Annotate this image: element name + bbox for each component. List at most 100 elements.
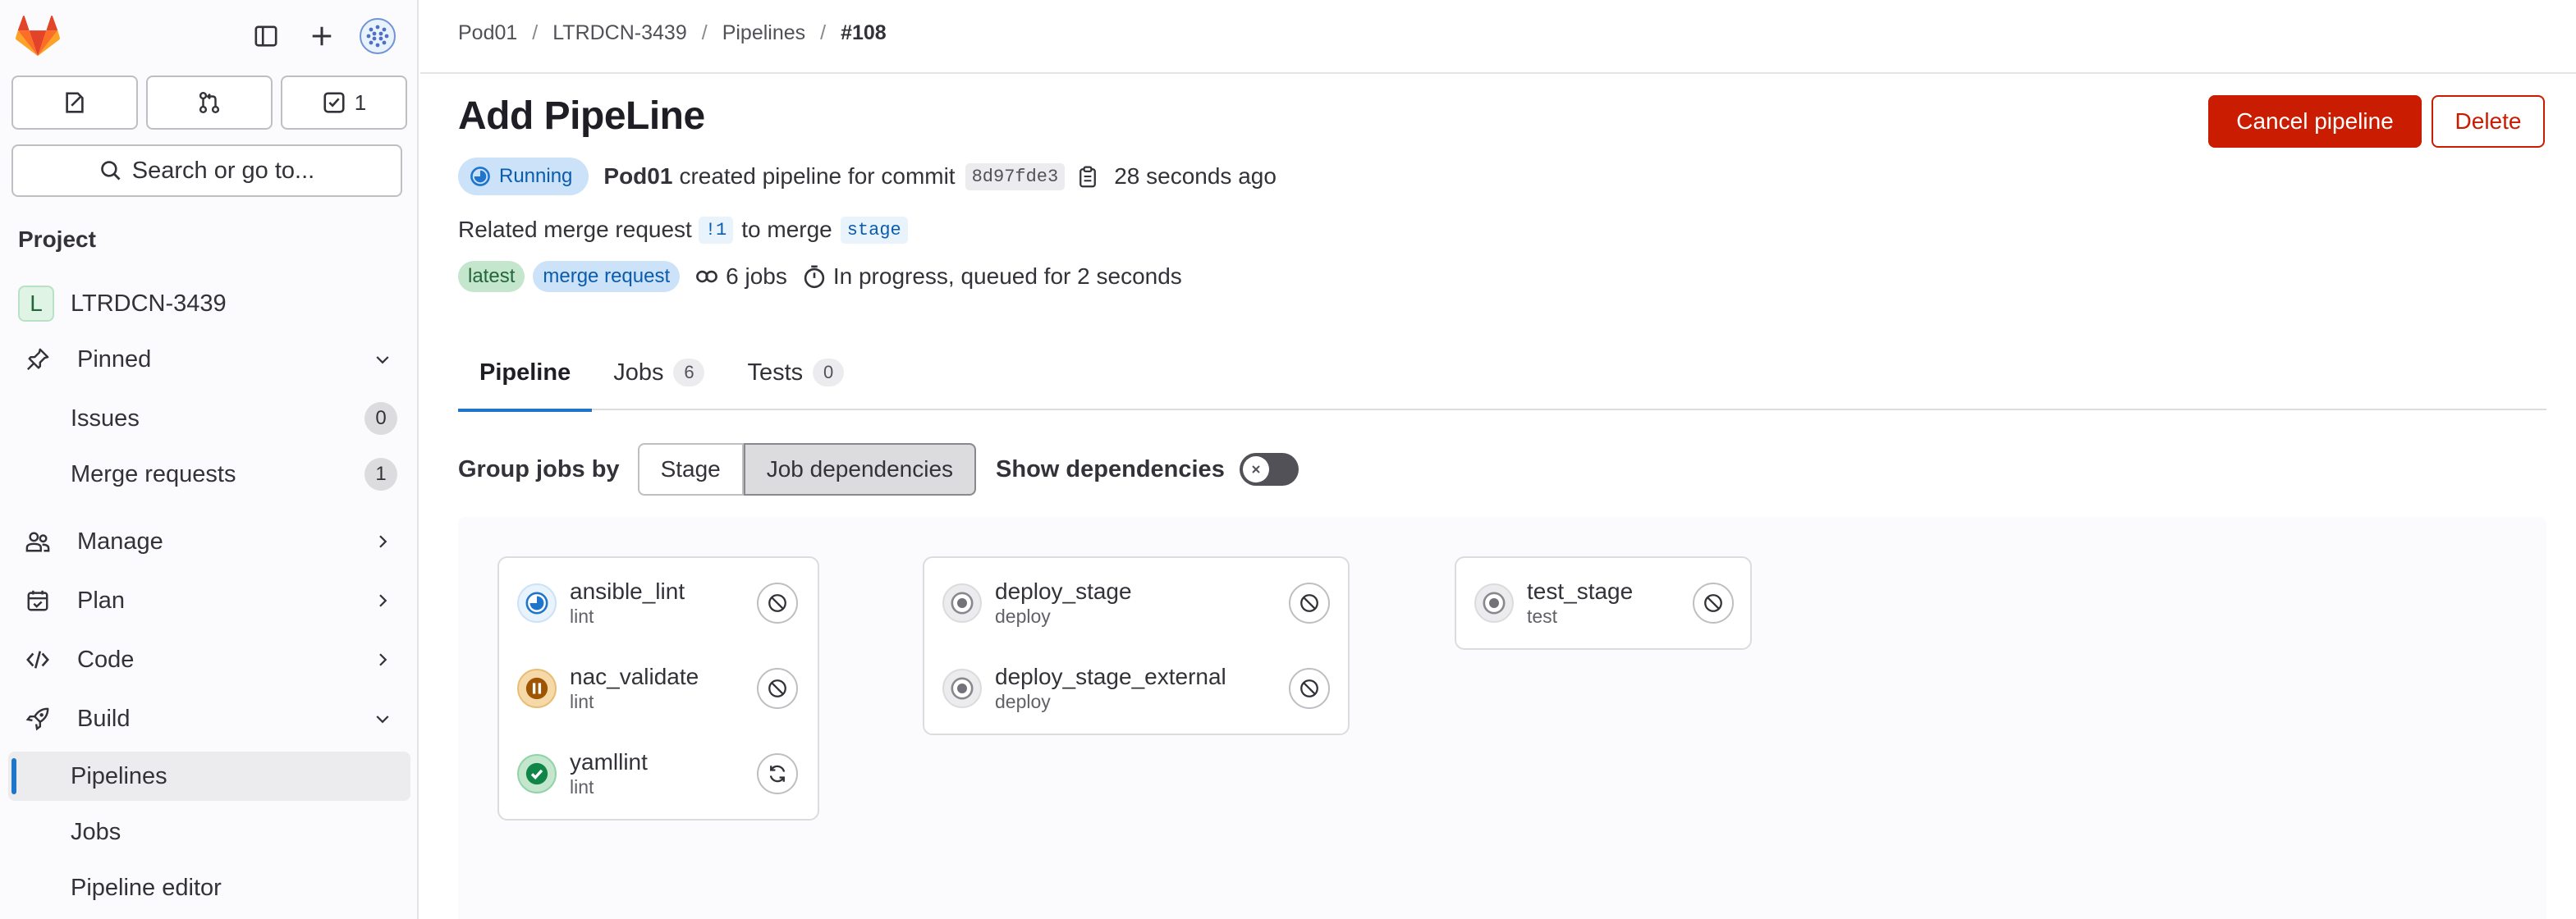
author-link[interactable]: Pod01 — [603, 163, 672, 190]
project-name: LTRDCN-3439 — [71, 290, 227, 317]
main-content: Pod01 / LTRDCN-3439 / Pipelines / #108 A… — [420, 0, 2576, 919]
cancel-job-button[interactable] — [757, 583, 798, 624]
group-by-stage-button[interactable]: Stage — [637, 443, 744, 496]
cancel-icon — [768, 594, 786, 612]
stage-column: deploy_stage deploy deploy_stage_externa… — [923, 556, 1350, 735]
job-stage: deploy — [995, 691, 1051, 712]
created-status-icon — [942, 583, 982, 623]
manual-status-icon — [517, 669, 557, 708]
user-avatar[interactable] — [358, 16, 397, 56]
stage-column: test_stage test — [1455, 556, 1752, 650]
merge-requests-button[interactable] — [146, 75, 273, 130]
branch-link[interactable]: stage — [840, 216, 908, 244]
top-bar: Pod01 / LTRDCN-3439 / Pipelines / #108 — [420, 0, 2576, 74]
pipeline-graph: ansible_lint lint nac_validate lint yaml… — [458, 517, 2546, 919]
pipeline-badges-row: latest merge request 6 jobs In progress,… — [458, 259, 1182, 294]
sidebar-item-label: Jobs — [71, 818, 121, 845]
job-item[interactable]: ansible_lint lint — [517, 568, 685, 638]
job-item[interactable]: deploy_stage deploy — [942, 568, 1132, 638]
progress-text: In progress, queued for 2 seconds — [832, 263, 1182, 289]
tab-tests[interactable]: Tests 0 — [726, 335, 865, 410]
show-dependencies-toggle[interactable] — [1239, 453, 1299, 486]
sidebar-item-label: Pinned — [77, 345, 152, 373]
sidebar-item-pipelines[interactable]: Pipelines — [8, 752, 410, 801]
breadcrumb-section[interactable]: Pipelines — [722, 21, 805, 45]
sidebar-item-merge-requests[interactable]: Merge requests 1 — [8, 450, 410, 499]
job-item[interactable]: nac_validate lint — [517, 653, 699, 724]
breadcrumb-project[interactable]: LTRDCN-3439 — [552, 21, 686, 45]
search-label: Search or go to... — [131, 157, 315, 184]
sidebar-item-label: Pipelines — [71, 762, 167, 789]
cancel-job-button[interactable] — [1693, 583, 1734, 624]
cancel-job-button[interactable] — [757, 668, 798, 709]
cancel-icon — [1704, 594, 1722, 612]
cancel-icon — [1300, 679, 1318, 697]
status-badge[interactable]: Running — [458, 158, 589, 195]
todo-list-button[interactable]: 1 — [281, 75, 407, 130]
sidebar-item-label: Issues — [71, 405, 140, 432]
sidebar-item-code[interactable]: Code — [8, 635, 410, 684]
job-name: deploy_stage — [995, 578, 1132, 604]
sidebar-item-issues[interactable]: Issues 0 — [8, 394, 410, 443]
retry-job-button[interactable] — [757, 753, 798, 794]
cancel-pipeline-button[interactable]: Cancel pipeline — [2208, 95, 2422, 148]
toggle-off-icon — [1242, 456, 1269, 482]
sidebar-item-manage[interactable]: Manage — [8, 517, 410, 566]
group-by-dependencies-button[interactable]: Job dependencies — [743, 443, 977, 496]
cancel-icon — [768, 679, 786, 697]
sidebar-item-pinned[interactable]: Pinned — [8, 335, 410, 384]
tab-label: Pipeline — [479, 359, 571, 386]
success-status-icon — [517, 754, 557, 793]
job-item[interactable]: test_stage test — [1474, 568, 1633, 638]
sidebar-item-build[interactable]: Build — [8, 694, 410, 743]
breadcrumb-group[interactable]: Pod01 — [458, 21, 517, 45]
breadcrumb-current[interactable]: #108 — [841, 21, 887, 45]
collapse-sidebar-icon[interactable] — [246, 16, 286, 56]
users-icon — [23, 527, 53, 556]
cancel-job-button[interactable] — [1289, 668, 1330, 709]
sidebar: 1 Search or go to... Project L LTRDCN-34… — [0, 0, 419, 919]
merge-request-link[interactable]: !1 — [698, 216, 734, 244]
cancel-job-button[interactable] — [1289, 583, 1330, 624]
sidebar-item-plan[interactable]: Plan — [8, 576, 410, 625]
copy-clipboard-icon[interactable] — [1076, 164, 1099, 189]
tab-count-badge: 6 — [673, 359, 705, 386]
breadcrumb-separator: / — [820, 21, 827, 44]
sidebar-item-pipeline-editor[interactable]: Pipeline editor — [8, 863, 410, 912]
chevron-down-icon — [376, 716, 389, 724]
job-stage: lint — [570, 776, 594, 798]
tab-jobs[interactable]: Jobs 6 — [592, 335, 726, 410]
tab-label: Jobs — [613, 359, 664, 386]
calendar-icon — [23, 586, 53, 615]
created-text: created pipeline for commit — [679, 163, 956, 189]
tab-pipeline[interactable]: Pipeline — [458, 335, 593, 412]
commit-sha[interactable]: 8d97fde3 — [965, 162, 1066, 190]
chevron-down-icon — [376, 356, 389, 364]
created-status-icon — [1474, 583, 1514, 623]
related-merge-request: Related merge request !1 to merge stage — [458, 213, 908, 246]
gitlab-logo-icon[interactable] — [15, 15, 61, 57]
pipeline-tabs: Pipeline Jobs 6 Tests 0 — [458, 335, 2546, 412]
created-status-icon — [942, 669, 982, 708]
sidebar-item-jobs[interactable]: Jobs — [8, 807, 410, 857]
group-jobs-label: Group jobs by — [458, 455, 620, 482]
assigned-issues-button[interactable] — [11, 75, 138, 130]
create-new-plus-icon[interactable] — [302, 16, 341, 56]
chevron-right-icon — [379, 535, 387, 548]
merge-request-badge: merge request — [533, 261, 681, 292]
tab-count-badge: 0 — [813, 359, 845, 386]
todo-checkbox-icon — [323, 92, 345, 113]
job-item[interactable]: yamllint lint — [517, 738, 648, 809]
sidebar-project-link[interactable]: L LTRDCN-3439 — [8, 279, 410, 328]
sidebar-item-label: Plan — [77, 587, 126, 614]
breadcrumb-separator: / — [532, 21, 539, 44]
group-jobs-controls: Group jobs by Stage Job dependencies Sho… — [458, 443, 1299, 496]
mr-count-badge: 1 — [364, 458, 397, 491]
chevron-right-icon — [379, 653, 387, 666]
delete-button[interactable]: Delete — [2432, 95, 2545, 148]
search-button[interactable]: Search or go to... — [11, 144, 402, 197]
job-item[interactable]: deploy_stage_external deploy — [942, 653, 1226, 724]
running-status-icon — [517, 583, 557, 623]
job-name: ansible_lint — [570, 578, 685, 604]
job-name: deploy_stage_external — [995, 664, 1226, 689]
